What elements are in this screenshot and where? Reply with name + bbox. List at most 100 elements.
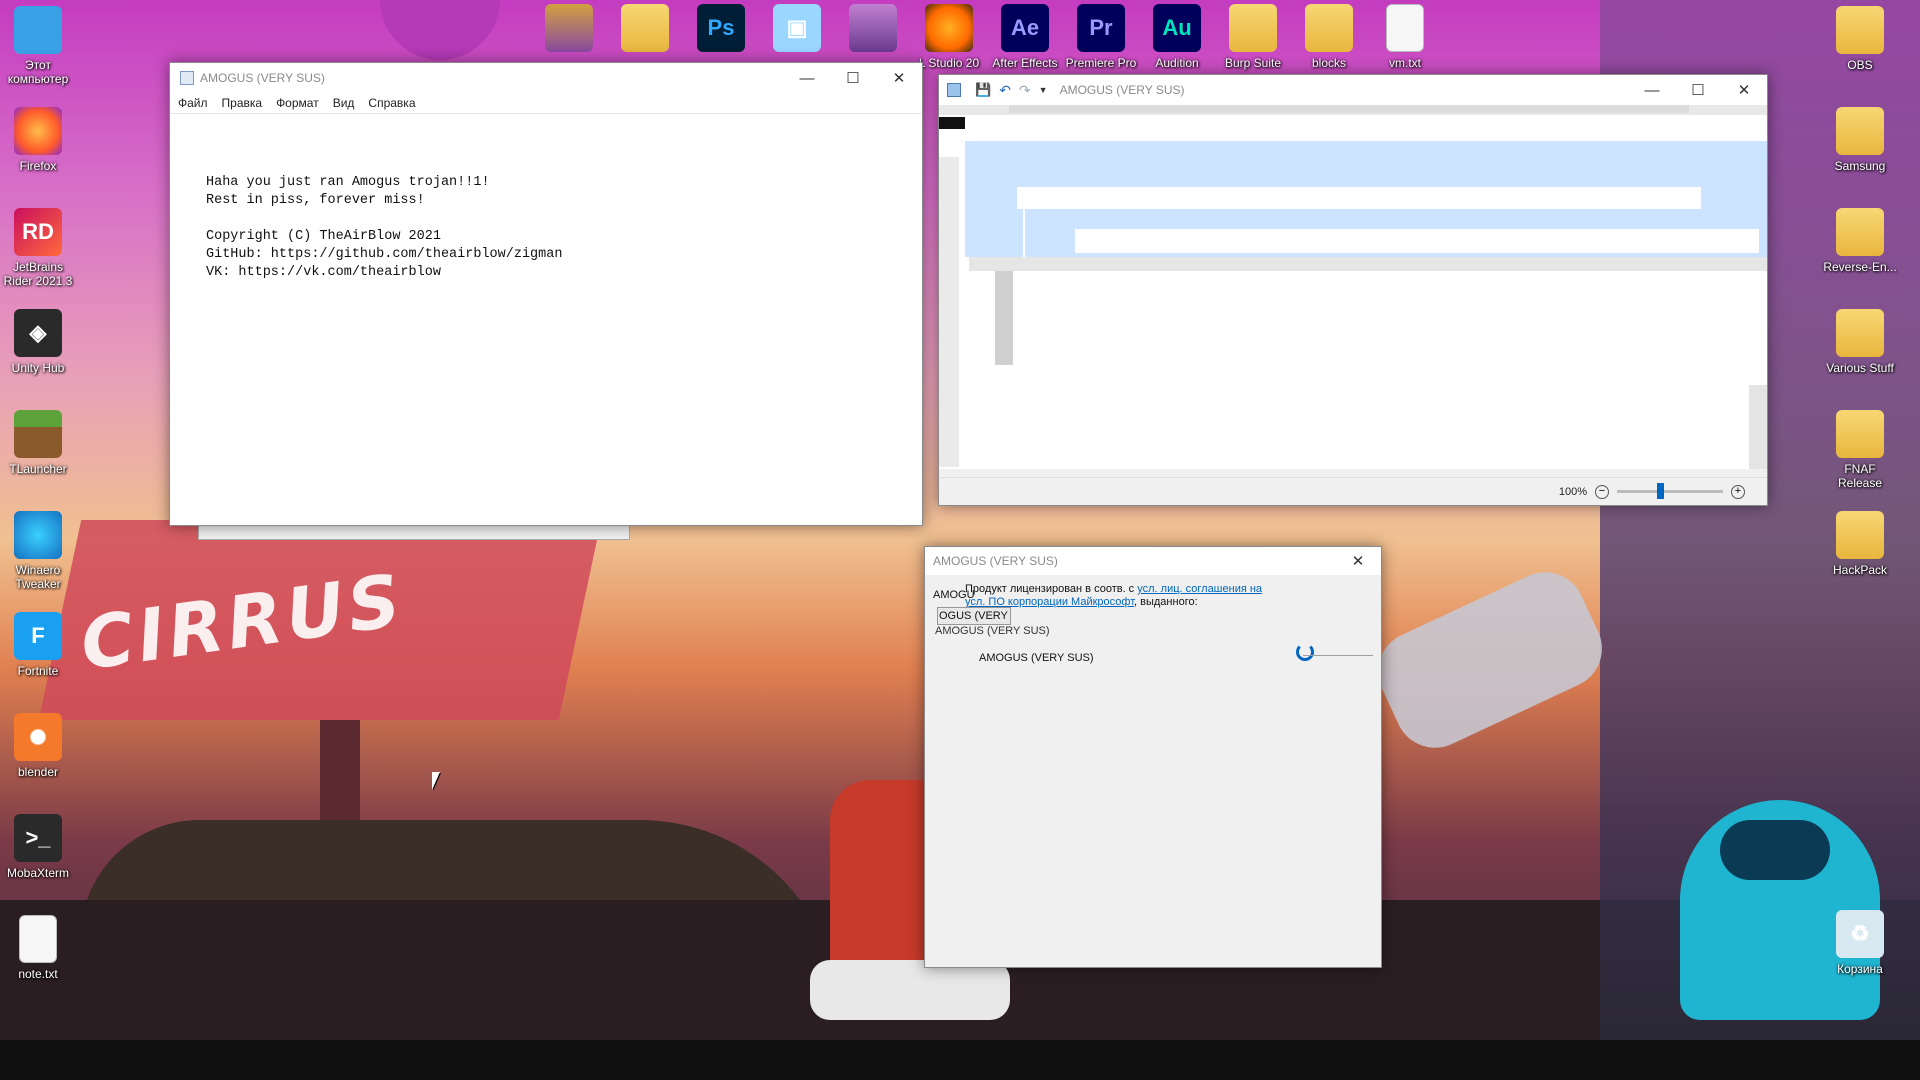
- desktop-icon-label: vm.txt: [1389, 56, 1421, 70]
- folder-icon: [1836, 208, 1884, 256]
- notepad-text-area[interactable]: Haha you just ran Amogus trojan!!1! Rest …: [170, 113, 922, 525]
- save-icon[interactable]: 💾: [975, 82, 991, 98]
- desktop-icon[interactable]: Winaero Tweaker: [0, 511, 76, 591]
- menu-item[interactable]: Справка: [361, 96, 422, 110]
- menu-item[interactable]: Правка: [215, 96, 270, 110]
- minimize-icon[interactable]: —: [784, 63, 830, 93]
- about-dialog: AMOGUS (VERY SUS) ✕ AMOGU Продукт лиценз…: [924, 546, 1382, 968]
- photoshop-icon: Ps: [697, 4, 745, 52]
- desktop-icon[interactable]: blocks: [1291, 4, 1367, 70]
- quick-access-dropdown-icon[interactable]: ▼: [1039, 85, 1048, 95]
- desktop-icon[interactable]: Reverse-En...: [1822, 208, 1898, 274]
- zoom-in-icon[interactable]: +: [1731, 484, 1745, 499]
- notepad-title: AMOGUS (VERY SUS): [200, 71, 325, 85]
- desktop-icon-label: Audition: [1155, 56, 1199, 70]
- desktop-icon[interactable]: Этот компьютер: [0, 6, 76, 86]
- desktop-icon[interactable]: [835, 4, 911, 56]
- about-dialog-body: AMOGU Продукт лицензирован в соотв. с ус…: [925, 575, 1381, 967]
- desktop-icon[interactable]: >_ MobaXterm: [0, 814, 76, 880]
- desktop-icon[interactable]: ♻ Корзина: [1822, 910, 1898, 976]
- close-icon[interactable]: ✕: [1721, 75, 1767, 105]
- wordpad-document-area[interactable]: [939, 105, 1767, 469]
- desktop-icon-label: TLauncher: [9, 462, 67, 476]
- zoom-slider-thumb[interactable]: [1657, 483, 1664, 499]
- license-link[interactable]: усл. лиц. соглашения на: [1137, 583, 1262, 595]
- desktop-icon-label: Reverse-En...: [1823, 260, 1897, 274]
- desktop-icon[interactable]: Various Stuff: [1822, 309, 1898, 375]
- audition-icon: Au: [1153, 4, 1201, 52]
- desktop-icon[interactable]: Firefox: [0, 107, 76, 173]
- menu-item[interactable]: Вид: [326, 96, 362, 110]
- notepad-line: [206, 210, 922, 228]
- text-file-icon: [1386, 4, 1424, 52]
- desktop-icon-label: FNAF Release: [1837, 462, 1883, 490]
- about-dialog-titlebar[interactable]: AMOGUS (VERY SUS) ✕: [925, 547, 1381, 575]
- desktop-icon[interactable]: RD JetBrains Rider 2021.3: [0, 208, 76, 288]
- redo-icon[interactable]: ↷: [1019, 82, 1031, 99]
- zoom-slider[interactable]: [1617, 483, 1723, 499]
- desktop-icon[interactable]: Ps: [683, 4, 759, 56]
- desktop-icon[interactable]: Pr Premiere Pro: [1063, 4, 1139, 70]
- folder-icon: [1836, 309, 1884, 357]
- notepad-line: GitHub: https://github.com/theairblow/zi…: [206, 247, 563, 262]
- menu-item[interactable]: Файл: [171, 96, 215, 110]
- about-dialog-title: AMOGUS (VERY SUS): [933, 554, 1058, 568]
- desktop-icon[interactable]: L Studio 20: [911, 4, 987, 70]
- product-name: AMOGUS (VERY SUS): [935, 625, 1050, 637]
- licensed-owner: AMOGUS (VERY SUS): [979, 652, 1094, 664]
- desktop-icon-label: After Effects: [992, 56, 1058, 70]
- menu-item[interactable]: Формат: [269, 96, 326, 110]
- maximize-icon[interactable]: ☐: [1675, 75, 1721, 105]
- divider: [1303, 655, 1373, 656]
- desktop-icon[interactable]: ▣: [759, 4, 835, 56]
- wordpad-app-icon: [947, 83, 961, 97]
- computer-icon: [14, 6, 62, 54]
- desktop-icon-label: Fortnite: [17, 664, 59, 678]
- notepad-titlebar[interactable]: AMOGUS (VERY SUS) — ☐ ✕: [170, 63, 922, 93]
- folder-icon: [621, 4, 669, 52]
- winrar-icon: [849, 4, 897, 52]
- minimize-icon[interactable]: —: [1629, 75, 1675, 105]
- desktop-icon-label: Samsung: [1834, 159, 1886, 173]
- folder-icon: [1836, 107, 1884, 155]
- desktop-icon-label: blender: [17, 765, 59, 779]
- close-icon[interactable]: ✕: [876, 63, 922, 93]
- desktop-icon[interactable]: FNAF Release: [1822, 410, 1898, 490]
- desktop-icon[interactable]: blender: [0, 713, 76, 779]
- wordpad-title: AMOGUS (VERY SUS): [1059, 83, 1185, 97]
- desktop-icon-label: Unity Hub: [11, 361, 65, 375]
- desktop-icon[interactable]: Au Audition: [1139, 4, 1215, 70]
- desktop-icon[interactable]: [607, 4, 683, 56]
- wordpad-titlebar[interactable]: 💾 ↶ ↷ ▼ AMOGUS (VERY SUS) — ☐ ✕: [939, 75, 1767, 105]
- after-effects-icon: Ae: [1001, 4, 1049, 52]
- desktop-icon-label: Корзина: [1837, 962, 1883, 976]
- close-icon[interactable]: ✕: [1335, 547, 1381, 575]
- desktop-icon[interactable]: HackPack: [1822, 511, 1898, 577]
- folder-icon: [1229, 4, 1277, 52]
- desktop: CIRRUS Этот компьютер Firefox RD JetBrains …: [0, 0, 1920, 1080]
- notepad-app-icon: [180, 71, 194, 85]
- desktop-icon[interactable]: vm.txt: [1367, 4, 1443, 70]
- undo-icon[interactable]: ↶: [999, 82, 1011, 99]
- desktop-icon[interactable]: OBS: [1822, 6, 1898, 72]
- notepad-content: Haha you just ran Amogus trojan!!1! Rest …: [206, 174, 922, 282]
- desktop-icon-label: Various Stuff: [1826, 361, 1894, 375]
- wallpaper-sign: CIRRUS: [75, 557, 410, 687]
- desktop-icon[interactable]: Ae After Effects: [987, 4, 1063, 70]
- desktop-icon[interactable]: TLauncher: [0, 410, 76, 476]
- desktop-icon[interactable]: Samsung: [1822, 107, 1898, 173]
- desktop-icon[interactable]: ◈ Unity Hub: [0, 309, 76, 375]
- desktop-icon-label: note.txt: [18, 967, 58, 981]
- premiere-icon: Pr: [1077, 4, 1125, 52]
- desktop-icon[interactable]: Burp Suite: [1215, 4, 1291, 70]
- mouse-cursor-icon: [432, 772, 448, 790]
- desktop-icon[interactable]: note.txt: [0, 915, 76, 981]
- zoom-out-icon[interactable]: −: [1595, 484, 1609, 499]
- notepad-line: VK: https://vk.com/theairblow: [206, 265, 441, 280]
- maximize-icon[interactable]: ☐: [830, 63, 876, 93]
- minecraft-icon: [14, 410, 62, 458]
- wordpad-window: 💾 ↶ ↷ ▼ AMOGUS (VERY SUS) — ☐ ✕ 100% − +: [938, 74, 1768, 506]
- desktop-icon-label: Этот компьютер: [7, 58, 69, 86]
- desktop-icon[interactable]: [531, 4, 607, 56]
- desktop-icon[interactable]: F Fortnite: [0, 612, 76, 678]
